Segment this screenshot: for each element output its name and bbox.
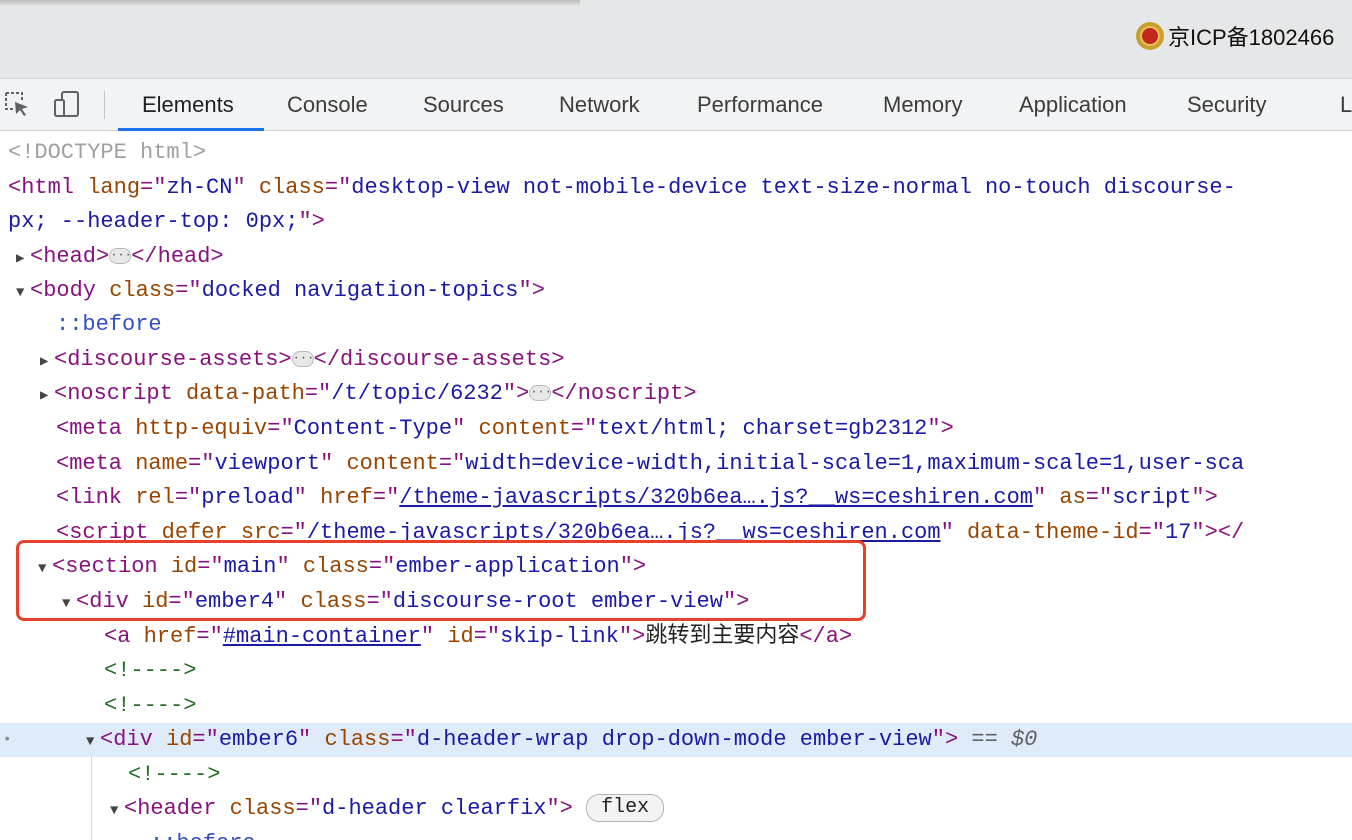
dom-tree: <!DOCTYPE html> <html lang="zh-CN" class…: [0, 131, 1352, 840]
anchor-href-link[interactable]: #main-container: [223, 624, 421, 649]
flex-badge[interactable]: flex: [586, 794, 665, 823]
dom-node-pseudo-before[interactable]: ::before: [0, 827, 1352, 840]
device-toggle-icon[interactable]: [52, 89, 82, 119]
tab-performance[interactable]: Performance: [697, 79, 823, 131]
dom-node-meta-viewport[interactable]: <meta name="viewport" content="width=dev…: [0, 447, 1352, 481]
toolbar-separator: [104, 91, 105, 119]
ellipsis-icon[interactable]: ···: [291, 351, 314, 368]
dom-node-discourse-assets[interactable]: ▶ <discourse-assets>···</discourse-assets…: [0, 343, 1352, 377]
collapse-triangle-icon[interactable]: ▼: [86, 725, 100, 759]
browser-page-strip: 京ICP备1802466: [0, 0, 1352, 78]
police-emblem-icon: [1136, 22, 1164, 50]
dom-node-html[interactable]: <html lang="zh-CN" class="desktop-view n…: [0, 171, 1352, 205]
window-shadow: [0, 0, 580, 6]
dom-node-html-continued[interactable]: px; --header-top: 0px;">: [0, 205, 1352, 239]
dom-node-body[interactable]: ▼ <body class="docked navigation-topics">: [0, 274, 1352, 308]
icp-text: 京ICP备1802466: [1168, 25, 1335, 50]
expand-triangle-icon[interactable]: ▶: [40, 379, 54, 413]
devtools-toolbar: Elements Console Sources Network Perform…: [0, 78, 1352, 131]
dom-node-head[interactable]: ▶ <head>···</head>: [0, 240, 1352, 274]
annotation-highlight-box: [16, 540, 866, 621]
dom-node-meta-content-type[interactable]: <meta http-equiv="Content-Type" content=…: [0, 412, 1352, 446]
inspect-element-icon[interactable]: [2, 89, 32, 119]
collapse-triangle-icon[interactable]: ▼: [16, 276, 30, 310]
tab-overflow[interactable]: L: [1340, 79, 1352, 131]
dom-node-header[interactable]: ▼ <header class="d-header clearfix"> flex: [0, 792, 1352, 826]
dom-node-comment[interactable]: <!---->: [0, 654, 1352, 688]
dom-node-comment[interactable]: <!---->: [0, 758, 1352, 792]
dom-node-doctype[interactable]: <!DOCTYPE html>: [0, 136, 1352, 170]
dom-node-pseudo-before[interactable]: ::before: [0, 308, 1352, 342]
collapse-triangle-icon[interactable]: ▼: [110, 794, 124, 828]
expand-triangle-icon[interactable]: ▶: [16, 242, 30, 276]
tab-sources[interactable]: Sources: [423, 79, 504, 131]
tab-console[interactable]: Console: [287, 79, 368, 131]
tab-network[interactable]: Network: [559, 79, 640, 131]
ellipsis-icon[interactable]: ···: [529, 385, 552, 402]
tab-memory[interactable]: Memory: [883, 79, 962, 131]
dom-node-link-preload[interactable]: <link rel="preload" href="/theme-javascr…: [0, 481, 1352, 515]
dom-node-noscript[interactable]: ▶ <noscript data-path="/t/topic/6232">···…: [0, 377, 1352, 411]
tree-indent-guide: [91, 756, 92, 840]
link-href[interactable]: /theme-javascripts/320b6ea….js?__ws=cesh…: [399, 485, 1033, 510]
icp-notice[interactable]: 京ICP备1802466: [1136, 20, 1334, 52]
ellipsis-icon[interactable]: ···: [109, 248, 132, 265]
tab-application[interactable]: Application: [1019, 79, 1127, 131]
selected-dot-icon: •: [3, 732, 12, 748]
tab-security[interactable]: Security: [1187, 79, 1266, 131]
dom-node-div-ember6-selected[interactable]: • ▼ <div id="ember6" class="d-header-wrap…: [0, 723, 1352, 757]
tab-elements[interactable]: Elements: [142, 79, 234, 131]
dom-node-comment[interactable]: <!---->: [0, 689, 1352, 723]
expand-triangle-icon[interactable]: ▶: [40, 345, 54, 379]
dom-node-skip-link[interactable]: <a href="#main-container" id="skip-link"…: [0, 620, 1352, 654]
